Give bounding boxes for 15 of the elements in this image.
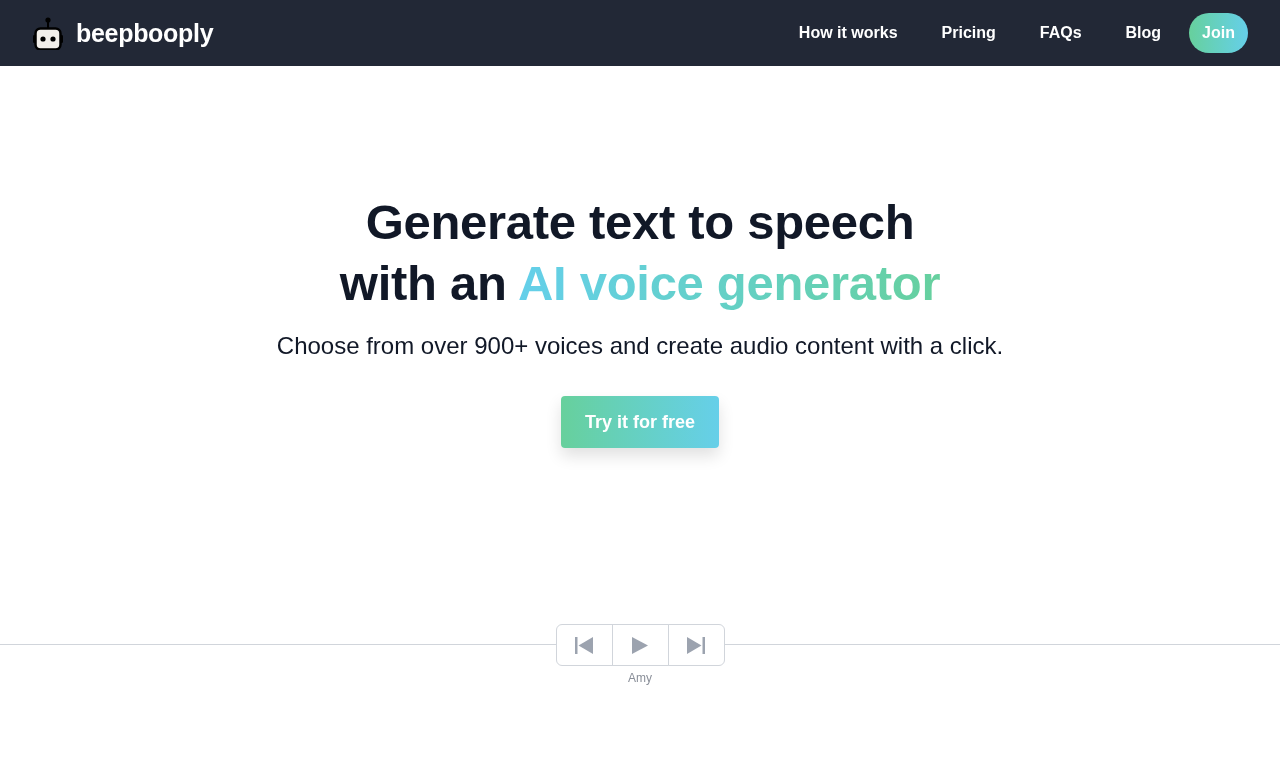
subtitle: Choose from over 900+ voices and create audio content with a click. [276,331,1004,361]
previous-button[interactable] [555,624,613,666]
nav-link[interactable]: Pricing [941,21,996,45]
nav-link[interactable]: How it works [798,21,898,45]
nav-link[interactable]: Blog [1125,21,1162,45]
next-icon [687,636,705,654]
next-button[interactable] [667,624,725,666]
brand-logo-text[interactable]: beepbooply [76,20,214,46]
previous-icon [575,636,593,654]
nav-link[interactable]: FAQs [1039,21,1082,45]
play-icon [632,636,648,654]
robot-icon [33,16,63,50]
play-button[interactable] [611,624,669,666]
voice-name: Amy [628,670,652,686]
headline: Generate text to speech with an AI voice generator [339,194,941,312]
